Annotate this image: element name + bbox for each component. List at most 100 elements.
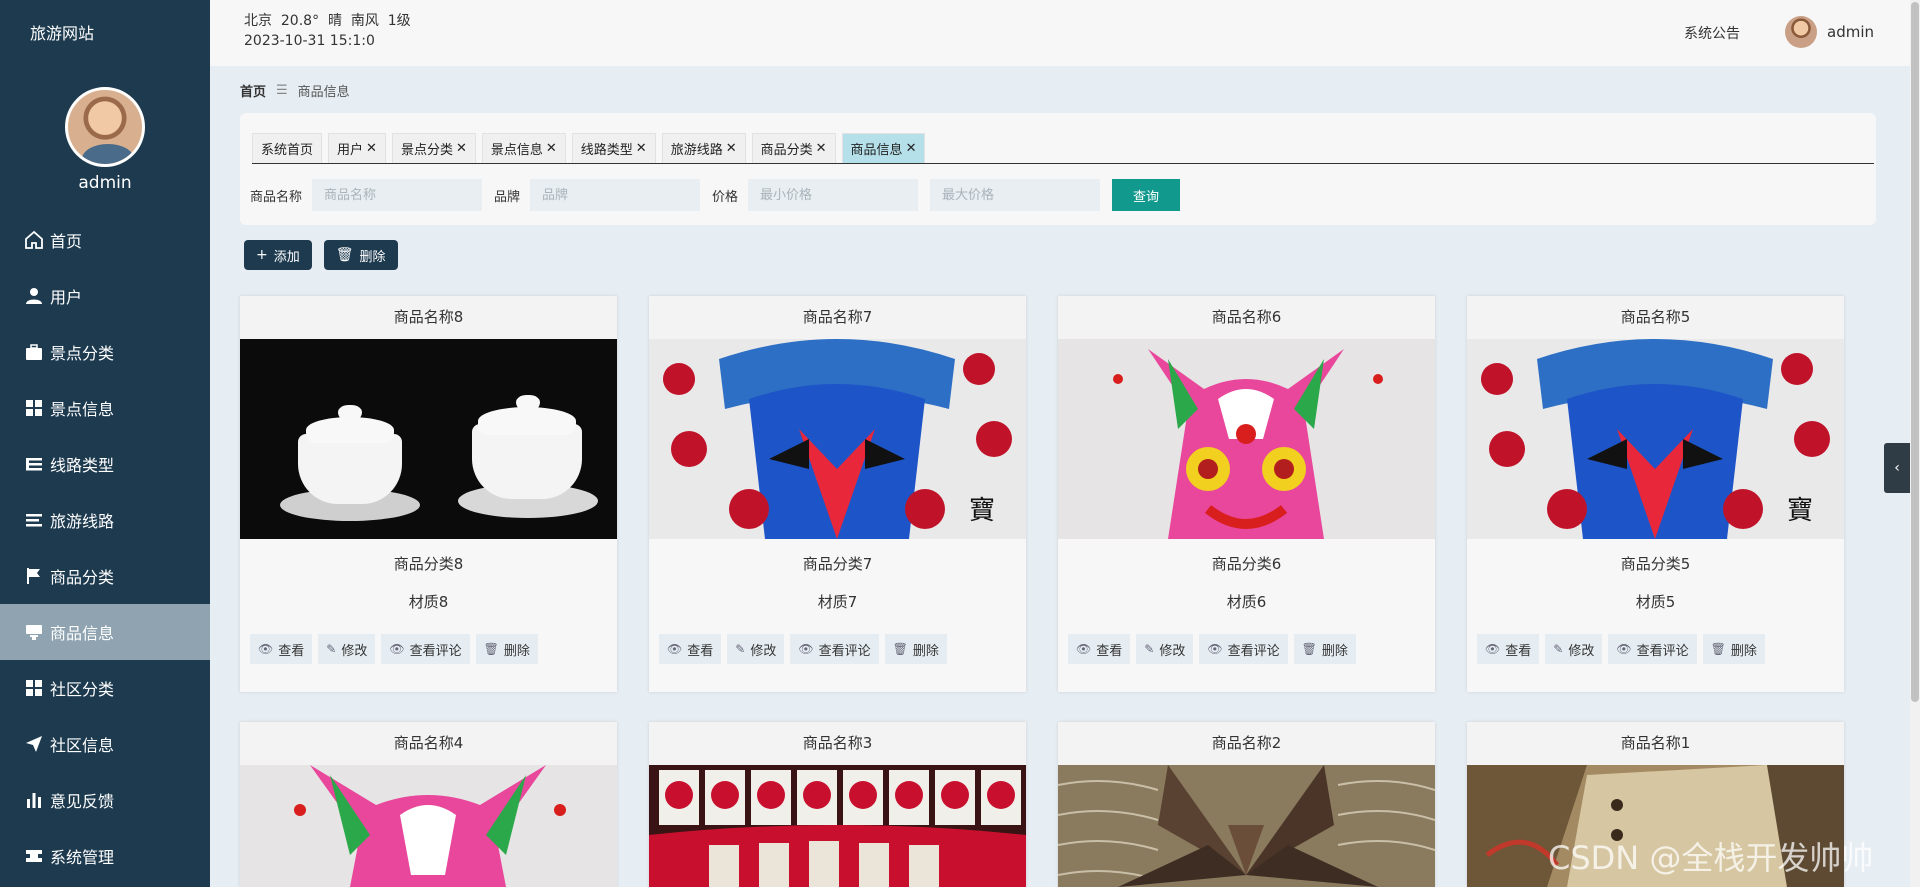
view-comments-button[interactable]: 👁 查看评论 — [381, 634, 470, 664]
product-image[interactable] — [649, 765, 1026, 887]
sidebar-item-scenic-category[interactable]: 景点分类 — [0, 324, 210, 380]
query-button[interactable]: 查询 — [1112, 179, 1181, 211]
min-price-input[interactable] — [748, 179, 919, 211]
chevron-left-icon[interactable]: ‹ — [1884, 443, 1910, 493]
card-actions: 👁 查看 ✎ 修改 👁 查看评论 🗑 删除 — [1477, 634, 1771, 664]
header-user-menu[interactable]: admin — [1785, 16, 1874, 48]
edit-button[interactable]: ✎ 修改 — [1545, 634, 1603, 664]
sidebar-item-travel-route[interactable]: 旅游线路 — [0, 492, 210, 548]
sidebar-item-product-category[interactable]: 商品分类 — [0, 548, 210, 604]
view-comments-label: 查看评论 — [818, 643, 871, 659]
price-label: 价格 — [712, 189, 739, 205]
view-button[interactable]: 👁 查看 — [1477, 634, 1540, 664]
product-card[interactable]: 商品名称7 寶 商品分类7 材质7 👁 查看 ✎ 修改 👁 查看评论 🗑 删除 — [649, 296, 1026, 692]
sidebar-avatar — [65, 87, 145, 167]
sidebar-item-label: 用户 — [50, 288, 83, 307]
tab-route-type[interactable]: 线路类型 ✕ — [571, 133, 656, 163]
close-icon[interactable]: ✕ — [636, 141, 647, 156]
close-icon[interactable]: ✕ — [906, 141, 917, 156]
edit-button[interactable]: ✎ 修改 — [318, 634, 376, 664]
action-bar: + 添加 🗑 删除 — [244, 240, 410, 270]
product-material: 材质8 — [408, 593, 449, 611]
view-button[interactable]: 👁 查看 — [1068, 634, 1131, 664]
max-price-input[interactable] — [930, 179, 1101, 211]
delete-card-button[interactable]: 🗑 删除 — [1702, 634, 1765, 664]
user-icon — [24, 286, 44, 306]
tab-label: 系统首页 — [261, 143, 314, 158]
breadcrumb: 首页 ☰ 商品信息 — [240, 81, 350, 100]
edit-label: 修改 — [750, 643, 777, 659]
product-name-input[interactable] — [312, 179, 483, 211]
close-icon[interactable]: ✕ — [546, 141, 557, 156]
delete-card-button[interactable]: 🗑 删除 — [884, 634, 947, 664]
edit-button[interactable]: ✎ 修改 — [727, 634, 785, 664]
tab-scenic-category[interactable]: 景点分类 ✕ — [391, 133, 476, 163]
page-scrollbar[interactable] — [1910, 0, 1920, 887]
tab-product-info[interactable]: 商品信息 ✕ — [841, 133, 926, 163]
scrollbar-thumb[interactable] — [1911, 2, 1919, 702]
close-icon[interactable]: ✕ — [816, 141, 827, 156]
view-button[interactable]: 👁 查看 — [659, 634, 722, 664]
tab-user[interactable]: 用户 ✕ — [328, 133, 386, 163]
system-notice-link[interactable]: 系统公告 — [1684, 23, 1740, 43]
delete-button[interactable]: 🗑 删除 — [323, 240, 398, 270]
sidebar-item-scenic-info[interactable]: 景点信息 — [0, 380, 210, 436]
product-name: 商品名称3 — [649, 722, 1026, 765]
delete-label: 删除 — [503, 643, 530, 659]
product-image[interactable]: 寶 — [649, 339, 1026, 539]
product-image[interactable] — [1058, 765, 1435, 887]
product-image[interactable] — [1058, 339, 1435, 539]
product-image[interactable] — [240, 339, 617, 539]
product-image[interactable] — [240, 765, 617, 887]
sidebar-item-community-info[interactable]: 社区信息 — [0, 716, 210, 772]
tab-travel-route[interactable]: 旅游线路 ✕ — [661, 133, 746, 163]
tab-system-home[interactable]: 系统首页 — [252, 133, 323, 163]
sidebar-item-community-category[interactable]: 社区分类 — [0, 660, 210, 716]
view-comments-button[interactable]: 👁 查看评论 — [1608, 634, 1697, 664]
edit-button[interactable]: ✎ 修改 — [1136, 634, 1194, 664]
product-material: 材质6 — [1226, 593, 1267, 611]
page-tabs: 系统首页 用户 ✕ 景点分类 ✕ 景点信息 ✕ 线路类型 ✕ 旅游线路 ✕ 商品分类 ✕ 商… — [252, 133, 1874, 164]
sidebar-item-home[interactable]: 首页 — [0, 212, 210, 268]
product-category: 商品分类6 — [1211, 555, 1282, 573]
product-material: 材质5 — [1635, 593, 1676, 611]
tab-product-category[interactable]: 商品分类 ✕ — [751, 133, 836, 163]
product-image[interactable]: 寶 — [1467, 339, 1844, 539]
close-icon[interactable]: ✕ — [456, 141, 467, 156]
add-label: 添加 — [273, 249, 300, 265]
breadcrumb-home[interactable]: 首页 — [240, 81, 266, 100]
sidebar-item-feedback[interactable]: 意见反馈 — [0, 772, 210, 828]
bar-chart-icon — [24, 790, 44, 810]
product-card[interactable]: 商品名称2 — [1058, 722, 1435, 887]
svg-text:寶: 寶 — [1787, 496, 1813, 526]
product-card[interactable]: 商品名称8 商品分类8 材质8 👁 查看 ✎ 修改 👁 查看评论 🗑 删除 — [240, 296, 617, 692]
delete-card-button[interactable]: 🗑 删除 — [475, 634, 538, 664]
tab-label: 用户 — [337, 143, 364, 158]
sidebar-item-label: 旅游线路 — [50, 512, 115, 531]
current-datetime: 2023-10-31 15:1:0 — [244, 33, 375, 49]
sidebar-item-route-type[interactable]: 线路类型 — [0, 436, 210, 492]
close-icon[interactable]: ✕ — [726, 141, 737, 156]
close-icon[interactable]: ✕ — [366, 141, 377, 156]
eye-icon: 👁 — [258, 642, 274, 656]
product-card[interactable]: 商品名称5 寶 商品分类5 材质5 👁 查看 ✎ 修改 👁 查看评论 🗑 删除 — [1467, 296, 1844, 692]
view-comments-button[interactable]: 👁 查看评论 — [790, 634, 879, 664]
sidebar-item-user[interactable]: 用户 — [0, 268, 210, 324]
pencil-icon: ✎ — [326, 642, 337, 656]
view-button[interactable]: 👁 查看 — [250, 634, 313, 664]
brand-input[interactable] — [530, 179, 701, 211]
card-actions: 👁 查看 ✎ 修改 👁 查看评论 🗑 删除 — [659, 634, 953, 664]
view-comments-button[interactable]: 👁 查看评论 — [1199, 634, 1288, 664]
product-card[interactable]: 商品名称3 — [649, 722, 1026, 887]
product-card[interactable]: 商品名称6 商品分类6 材质6 👁 查看 ✎ 修改 👁 查看评论 🗑 删除 — [1058, 296, 1435, 692]
sidebar-item-product-info[interactable]: 商品信息 — [0, 604, 210, 660]
delete-card-button[interactable]: 🗑 删除 — [1293, 634, 1356, 664]
tab-label: 商品信息 — [850, 143, 903, 158]
view-label: 查看 — [1096, 643, 1123, 659]
breadcrumb-current: 商品信息 — [297, 85, 350, 100]
add-button[interactable]: + 添加 — [244, 240, 312, 270]
trash-icon: 🗑 — [1301, 642, 1317, 656]
product-card[interactable]: 商品名称4 — [240, 722, 617, 887]
tab-scenic-info[interactable]: 景点信息 ✕ — [481, 133, 566, 163]
sidebar-item-system-management[interactable]: 系统管理 — [0, 828, 210, 884]
